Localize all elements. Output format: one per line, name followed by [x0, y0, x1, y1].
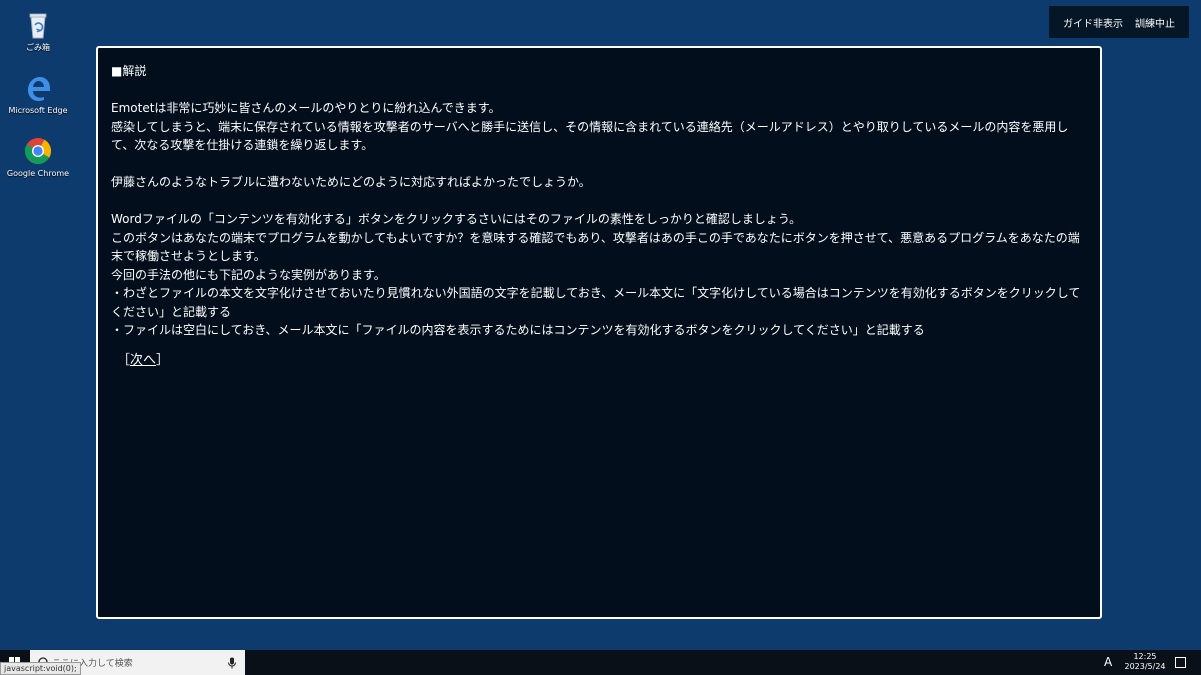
next-bracket-close: ］ [156, 352, 170, 368]
panel-heading: ■解説 [111, 64, 147, 78]
ime-indicator[interactable]: A [1104, 650, 1112, 675]
desktop-icon-label: Microsoft Edge [8, 106, 68, 115]
edge-icon [28, 77, 50, 101]
paragraph-example-1: ・わざとファイルの本文を文字化けさせておいたり見慣れない外国語の文字を記載してお… [111, 286, 1081, 319]
recycle-bin-icon [29, 13, 47, 39]
notification-icon[interactable] [1175, 657, 1186, 668]
paragraph-question: 伊藤さんのようなトラブルに遭わないためにどのように対応すればよかったでしょうか。 [111, 175, 591, 189]
paragraph-infection: 感染してしまうと、端末に保存されている情報を攻撃者のサーバへと勝手に送信し、その… [111, 119, 1069, 153]
clock-time: 12:25 [1133, 652, 1157, 661]
stop-training-button[interactable]: 訓練中止 [1129, 15, 1181, 30]
taskbar-clock[interactable]: 12:25 2023/5/24 [1122, 652, 1168, 672]
next-nav: ［次へ］ [111, 352, 1087, 371]
microphone-icon[interactable] [227, 657, 237, 669]
chrome-icon [24, 138, 52, 165]
desktop: ごみ箱 Microsoft Edge Google Chrome ガイド非表示 … [0, 0, 1201, 650]
taskbar: ここに入力して検索 A 12:25 2023/5/24 [0, 650, 1201, 675]
paragraph-button-meaning: このボタンはあなたの端末でプログラムを動かしてもよいですか？を意味する確認でもあ… [111, 230, 1080, 264]
hide-guide-button[interactable]: ガイド非表示 [1057, 15, 1129, 30]
explanation-panel: ■解説 Emotetは非常に巧妙に皆さんのメールのやりとりに紛れ込んできます。 … [96, 46, 1102, 619]
desktop-icon-chrome[interactable]: Google Chrome [4, 136, 72, 179]
paragraph-advice: Wordファイルの「コンテンツを有効化する」ボタンをクリックするさいにはそのファ… [111, 212, 802, 226]
desktop-icon-label: Google Chrome [6, 169, 70, 178]
guide-bar: ガイド非表示 訓練中止 [1049, 6, 1189, 38]
paragraph-example-2: ・ファイルは空白にしておき、メール本文に「ファイルの内容を表示するためにはコンテ… [111, 323, 925, 337]
desktop-icon-label: ごみ箱 [26, 43, 50, 52]
desktop-icon-recycle-bin[interactable]: ごみ箱 [4, 10, 72, 53]
paragraph-examples-intro: 今回の手法の他にも下記のような実例があります。 [111, 267, 386, 282]
desktop-icon-edge[interactable]: Microsoft Edge [4, 73, 72, 116]
paragraph-intro: Emotetは非常に巧妙に皆さんのメールのやりとりに紛れ込んできます。 [111, 101, 501, 115]
status-bar-tooltip: javascript:void(0); [0, 662, 81, 675]
clock-date: 2023/5/24 [1124, 662, 1166, 671]
next-bracket-open: ［ [117, 352, 131, 368]
next-link[interactable]: 次へ [130, 353, 156, 368]
